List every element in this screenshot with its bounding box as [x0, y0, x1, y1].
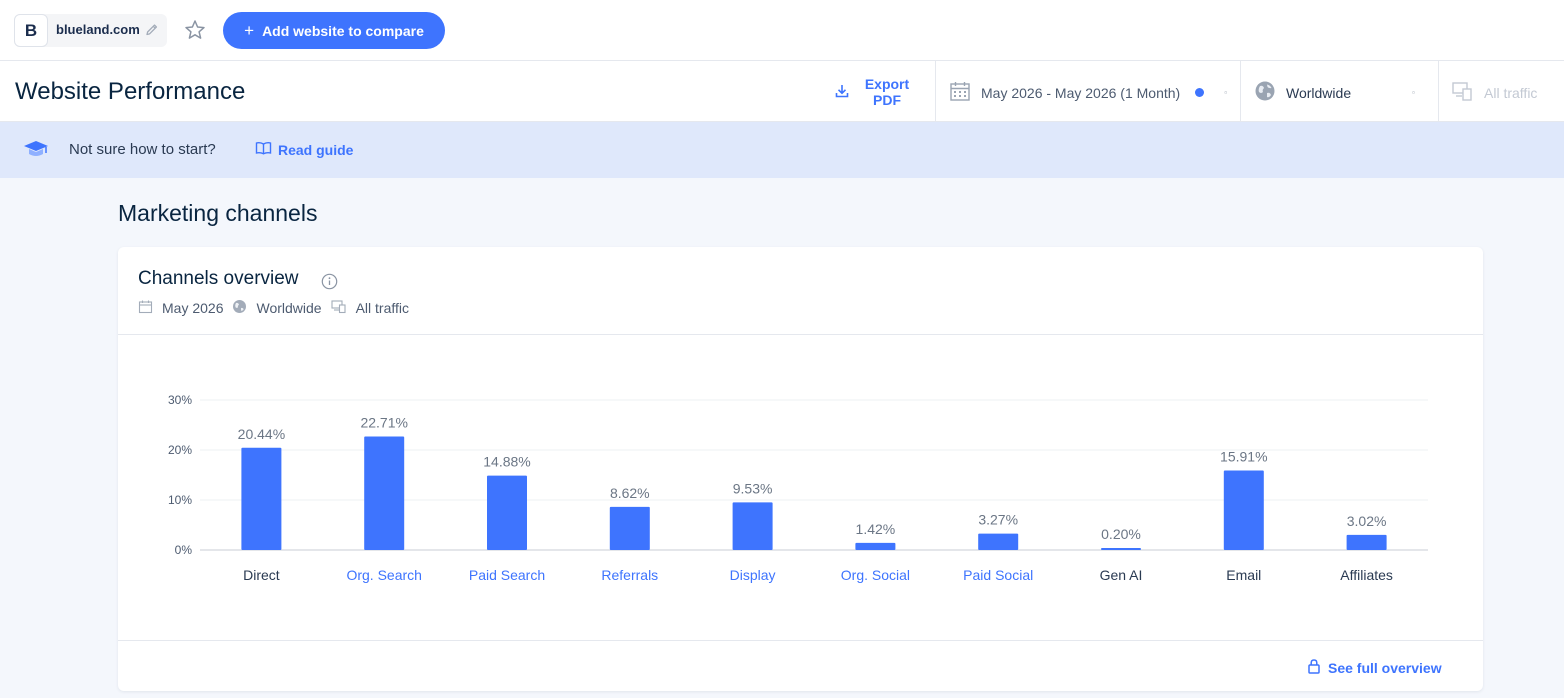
plus-icon: +: [244, 20, 255, 40]
page-header: Website Performance Export PDF May 2026 …: [0, 60, 1564, 122]
x-category-label[interactable]: Org. Search: [346, 567, 421, 583]
meta-date-value: May 2026: [162, 300, 224, 316]
see-full-overview-link[interactable]: See full overview: [1307, 658, 1442, 677]
meta-geo: Worldwide: [232, 299, 322, 317]
bar: [241, 447, 282, 550]
country-value: Worldwide: [1286, 84, 1352, 101]
header-divider: [935, 61, 936, 122]
x-category-label[interactable]: Display: [730, 567, 776, 583]
devices-icon: [1451, 80, 1475, 105]
meta-traffic: All traffic: [331, 299, 409, 317]
x-category-label: Direct: [243, 567, 280, 583]
channels-bar-chart-svg: 0% 10% 20% 30% 20.44% Direct 22.71% Org. Search…: [168, 393, 1428, 583]
x-category-label[interactable]: Org. Social: [841, 567, 910, 583]
traffic-filter[interactable]: All traffic: [1451, 80, 1537, 105]
bar-value-label: 14.88%: [483, 454, 530, 470]
top-bar: B blueland.com + Add website to compare: [0, 0, 1564, 60]
y-tick-label: 10%: [168, 493, 192, 507]
guide-banner: Not sure how to start? Read guide: [0, 122, 1564, 178]
country-filter[interactable]: Worldwide: [1254, 80, 1351, 105]
add-website-button[interactable]: + Add website to compare: [223, 12, 445, 49]
bar: [609, 506, 650, 550]
date-range-filter[interactable]: May 2026 - May 2026 (1 Month) ▫: [949, 80, 1227, 105]
clear-date-icon[interactable]: ▫: [1224, 88, 1227, 97]
book-icon: [255, 141, 272, 158]
page-title: Website Performance: [15, 78, 246, 105]
x-category-label[interactable]: Paid Search: [469, 567, 545, 583]
site-logo: B: [14, 14, 48, 47]
x-category-label: Gen AI: [1100, 567, 1143, 583]
header-divider: [1240, 61, 1241, 122]
x-category-label[interactable]: Paid Social: [963, 567, 1033, 583]
export-pdf-label: Export PDF: [864, 76, 910, 108]
site-chip[interactable]: B blueland.com: [14, 14, 167, 47]
globe-icon: [232, 299, 247, 317]
download-icon: [834, 83, 850, 102]
card-footer-divider: [118, 640, 1483, 641]
traffic-value: All traffic: [1484, 84, 1538, 101]
bar-value-label: 8.62%: [610, 485, 650, 501]
meta-traffic-value: All traffic: [355, 300, 410, 316]
graduation-cap-icon: [22, 138, 50, 165]
y-tick-label: 30%: [168, 393, 192, 407]
bar: [978, 533, 1019, 550]
x-category-label: Affiliates: [1340, 567, 1393, 583]
globe-icon: [1254, 80, 1276, 105]
bar-value-label: 3.27%: [978, 512, 1018, 528]
export-pdf-button[interactable]: Export PDF: [834, 76, 912, 108]
meta-geo-value: Worldwide: [256, 300, 322, 316]
devices-icon: [331, 299, 347, 317]
x-category-label: Email: [1226, 567, 1261, 583]
meta-date: May 2026: [138, 299, 223, 317]
y-tick-label: 20%: [168, 443, 192, 457]
header-divider: [1438, 61, 1439, 122]
site-name[interactable]: blueland.com: [56, 22, 140, 37]
date-range-value: May 2026 - May 2026 (1 Month): [981, 84, 1181, 101]
bar: [1346, 534, 1387, 550]
channels-bar-chart: 0% 10% 20% 30% 20.44% Direct 22.71% Org. Search…: [150, 380, 1440, 590]
see-full-overview-label: See full overview: [1328, 659, 1442, 676]
bar-value-label: 20.44%: [238, 426, 285, 442]
bar: [487, 475, 527, 550]
bar: [732, 502, 773, 550]
banner-text: Not sure how to start?: [69, 141, 216, 158]
bar-value-label: 3.02%: [1347, 513, 1387, 529]
y-tick-label: 0%: [175, 543, 193, 557]
card-title: Channels overview: [138, 268, 299, 289]
info-icon[interactable]: [321, 273, 338, 295]
pencil-icon[interactable]: [143, 21, 161, 39]
calendar-icon: [949, 80, 971, 105]
status-dot: [1195, 88, 1205, 97]
x-category-label[interactable]: Referrals: [601, 567, 658, 583]
card-meta: May 2026 Worldwide All traffic: [138, 299, 418, 317]
bar: [1223, 470, 1264, 550]
star-icon[interactable]: [183, 18, 207, 42]
section-title: Marketing channels: [118, 200, 318, 226]
card-divider: [118, 334, 1483, 335]
add-website-label: Add website to compare: [262, 22, 424, 39]
bar-value-label: 9.53%: [733, 480, 773, 496]
calendar-icon: [138, 299, 153, 317]
bar-value-label: 0.20%: [1101, 526, 1141, 542]
bar-value-label: 22.71%: [360, 414, 407, 430]
bar: [364, 436, 405, 550]
read-guide-label: Read guide: [278, 141, 354, 158]
read-guide-link[interactable]: Read guide: [255, 141, 353, 158]
bar: [855, 542, 896, 550]
bar: [1101, 548, 1141, 550]
lock-icon: [1307, 658, 1321, 677]
bar-value-label: 15.91%: [1220, 448, 1267, 464]
bar-value-label: 1.42%: [856, 521, 896, 537]
clear-country-icon[interactable]: ▫: [1412, 88, 1415, 97]
